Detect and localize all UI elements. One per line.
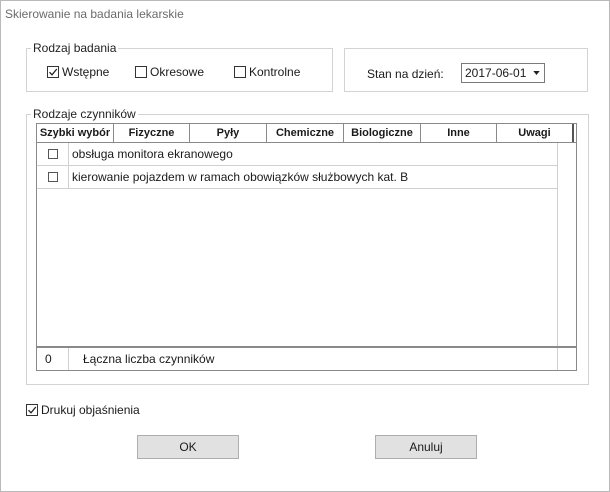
rodzaj-badania-legend: Rodzaj badania <box>31 41 119 55</box>
window-title: Skierowanie na badania lekarskie <box>5 7 184 21</box>
cancel-button[interactable]: Anuluj <box>375 435 477 459</box>
date-value: 2017-06-01 <box>465 66 527 80</box>
col-pyly[interactable]: Pyły <box>190 124 267 142</box>
row-text: obsługa monitora ekranowego <box>69 143 558 165</box>
grid-header: Szybki wybór Fizyczne Pyły Chemiczne Bio… <box>37 124 576 143</box>
stan-label: Stan na dzień: <box>367 67 444 81</box>
czynniki-legend: Rodzaje czynników <box>31 107 138 121</box>
col-inne[interactable]: Inne <box>421 124 497 142</box>
grid-footer: 0 Łączna liczba czynników <box>37 346 576 370</box>
dialog-window: Skierowanie na badania lekarskie Rodzaj … <box>0 0 610 492</box>
czynniki-grid[interactable]: Szybki wybór Fizyczne Pyły Chemiczne Bio… <box>36 123 577 371</box>
row-checkbox-cell[interactable] <box>37 143 69 165</box>
col-fizyczne[interactable]: Fizyczne <box>114 124 190 142</box>
table-row[interactable]: obsługa monitora ekranowego <box>37 143 558 166</box>
factor-count: 0 <box>37 348 69 370</box>
checkbox-kontrolne-box[interactable] <box>234 66 246 78</box>
checkmark-icon <box>49 68 58 76</box>
row-checkbox[interactable] <box>47 149 58 159</box>
col-uwagi[interactable]: Uwagi <box>497 124 574 142</box>
checkbox-okresowe-box[interactable] <box>135 66 147 78</box>
date-picker[interactable]: 2017-06-01 <box>461 63 545 83</box>
row-checkbox[interactable] <box>47 172 58 182</box>
checkbox-drukuj[interactable]: Drukuj objaśnienia <box>26 403 140 417</box>
checkbox-wstepne[interactable]: Wstępne <box>47 65 109 79</box>
factor-count-label: Łączna liczba czynników <box>69 348 558 370</box>
checkbox-okresowe[interactable]: Okresowe <box>135 65 204 79</box>
checkbox-wstepne-label: Wstępne <box>62 65 110 79</box>
col-chemiczne[interactable]: Chemiczne <box>267 124 344 142</box>
checkbox-wstepne-box[interactable] <box>47 66 59 78</box>
grid-row-end-column <box>557 143 576 348</box>
grid-rows: obsługa monitora ekranowego kierowanie p… <box>37 143 558 189</box>
row-checkbox-cell[interactable] <box>37 166 69 188</box>
checkbox-drukuj-box[interactable] <box>26 404 38 416</box>
checkbox-okresowe-label: Okresowe <box>150 65 205 79</box>
checkbox-drukuj-label: Drukuj objaśnienia <box>41 403 140 417</box>
table-row[interactable]: kierowanie pojazdem w ramach obowiązków … <box>37 166 558 189</box>
dropdown-arrow-icon[interactable] <box>530 66 542 80</box>
col-szybki-wybor[interactable]: Szybki wybór <box>37 124 114 142</box>
row-text: kierowanie pojazdem w ramach obowiązków … <box>69 166 558 188</box>
col-biologiczne[interactable]: Biologiczne <box>344 124 421 142</box>
checkmark-icon <box>28 406 37 414</box>
checkbox-kontrolne-label: Kontrolne <box>249 65 301 79</box>
checkbox-kontrolne[interactable]: Kontrolne <box>234 65 300 79</box>
ok-button[interactable]: OK <box>137 435 239 459</box>
